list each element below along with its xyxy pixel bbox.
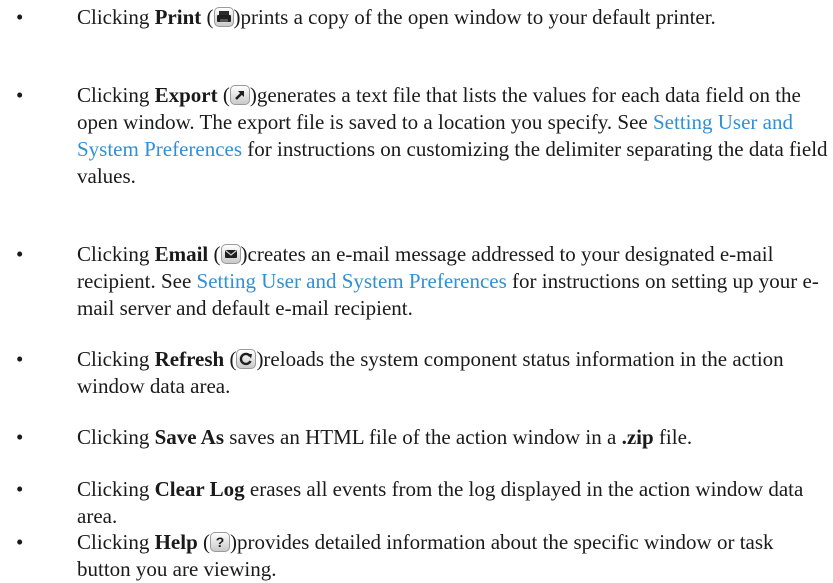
text-span: ( — [217, 83, 230, 107]
text-span: ( — [208, 242, 221, 266]
text-span: Clicking — [77, 530, 155, 554]
item-text: Clicking Help (?)provides detailed infor… — [77, 529, 829, 583]
text-span: )prints a copy of the open window to you… — [233, 5, 716, 29]
keyword-help: Help — [154, 530, 198, 554]
text-span: file. — [653, 425, 693, 449]
text-span: ( — [224, 347, 237, 371]
item-text: Clicking Email ()creates an e-mail messa… — [77, 241, 829, 322]
bullet: • — [16, 347, 24, 371]
document-page: • Clicking Print ( )prints a copy of the … — [0, 0, 833, 581]
keyword-clear-log: Clear Log — [154, 477, 245, 501]
refresh-icon — [236, 349, 257, 369]
help-question-icon: ? — [210, 532, 231, 552]
item-text: Clicking Print ( )prints a copy of the op… — [77, 4, 829, 31]
keyword-export: Export — [154, 83, 218, 107]
export-arrow-icon — [229, 85, 250, 105]
bullet: • — [16, 83, 24, 107]
item-text: Clicking Export ()generates a text file … — [77, 82, 829, 190]
printer-icon — [213, 7, 234, 27]
svg-text:?: ? — [216, 534, 225, 550]
keyword-email: Email — [154, 242, 209, 266]
bullet: • — [16, 425, 24, 449]
text-span: Clicking — [77, 5, 155, 29]
text-span: Clicking — [77, 83, 155, 107]
bullet: • — [16, 242, 24, 266]
text-span: saves an HTML file of the action window … — [224, 425, 622, 449]
item-text: Clicking Save As saves an HTML file of t… — [77, 424, 829, 451]
envelope-icon — [220, 244, 241, 264]
keyword-print: Print — [154, 5, 202, 29]
bullet: • — [16, 5, 24, 29]
text-span: Clicking — [77, 242, 155, 266]
text-span: Clicking — [77, 477, 155, 501]
keyword-zip: .zip — [621, 425, 654, 449]
keyword-refresh: Refresh — [154, 347, 225, 371]
text-span: Clicking — [77, 347, 155, 371]
text-span: Clicking — [77, 425, 155, 449]
bullet: • — [16, 530, 24, 554]
text-span: ( — [197, 530, 211, 554]
bullet: • — [16, 477, 24, 501]
keyword-save-as: Save As — [154, 425, 225, 449]
preferences-link[interactable]: Setting User and System Preferences — [197, 269, 507, 293]
text-span: ( — [201, 5, 214, 29]
item-text: Clicking Refresh ()reloads the system co… — [77, 346, 829, 400]
item-text: Clicking Clear Log erases all events fro… — [77, 476, 829, 530]
